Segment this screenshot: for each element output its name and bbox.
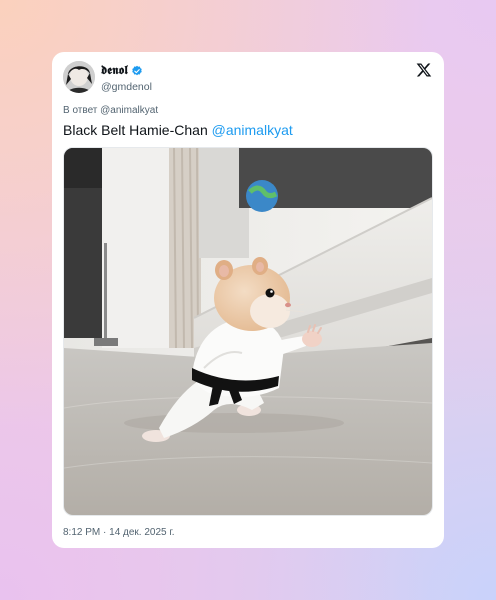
tweet-mention-link[interactable]: @animalkyat — [212, 122, 293, 138]
hamster-karate-photo-icon — [64, 148, 432, 515]
reply-context[interactable]: В ответ @animalkyat — [63, 105, 158, 116]
verified-badge-icon — [131, 65, 143, 77]
author-avatar[interactable] — [63, 61, 95, 93]
tweet-body: Black Belt Hamie-Chan — [63, 122, 212, 138]
tweet-card: 𝖉𝖊𝖓𝖔𝖑 @gmdenol В ответ @animalkyat Black… — [52, 52, 444, 548]
x-logo-icon[interactable] — [416, 62, 432, 78]
tweet-timestamp[interactable]: 8:12 PM · 14 дек. 2025 г. — [63, 527, 175, 538]
tweet-photo[interactable] — [63, 147, 433, 516]
author-name-row[interactable]: 𝖉𝖊𝖓𝖔𝖑 — [101, 63, 143, 78]
author-display-name[interactable]: 𝖉𝖊𝖓𝖔𝖑 — [101, 63, 128, 78]
tweet-text: Black Belt Hamie-Chan @animalkyat — [63, 122, 293, 138]
author-handle[interactable]: @gmdenol — [101, 81, 152, 93]
